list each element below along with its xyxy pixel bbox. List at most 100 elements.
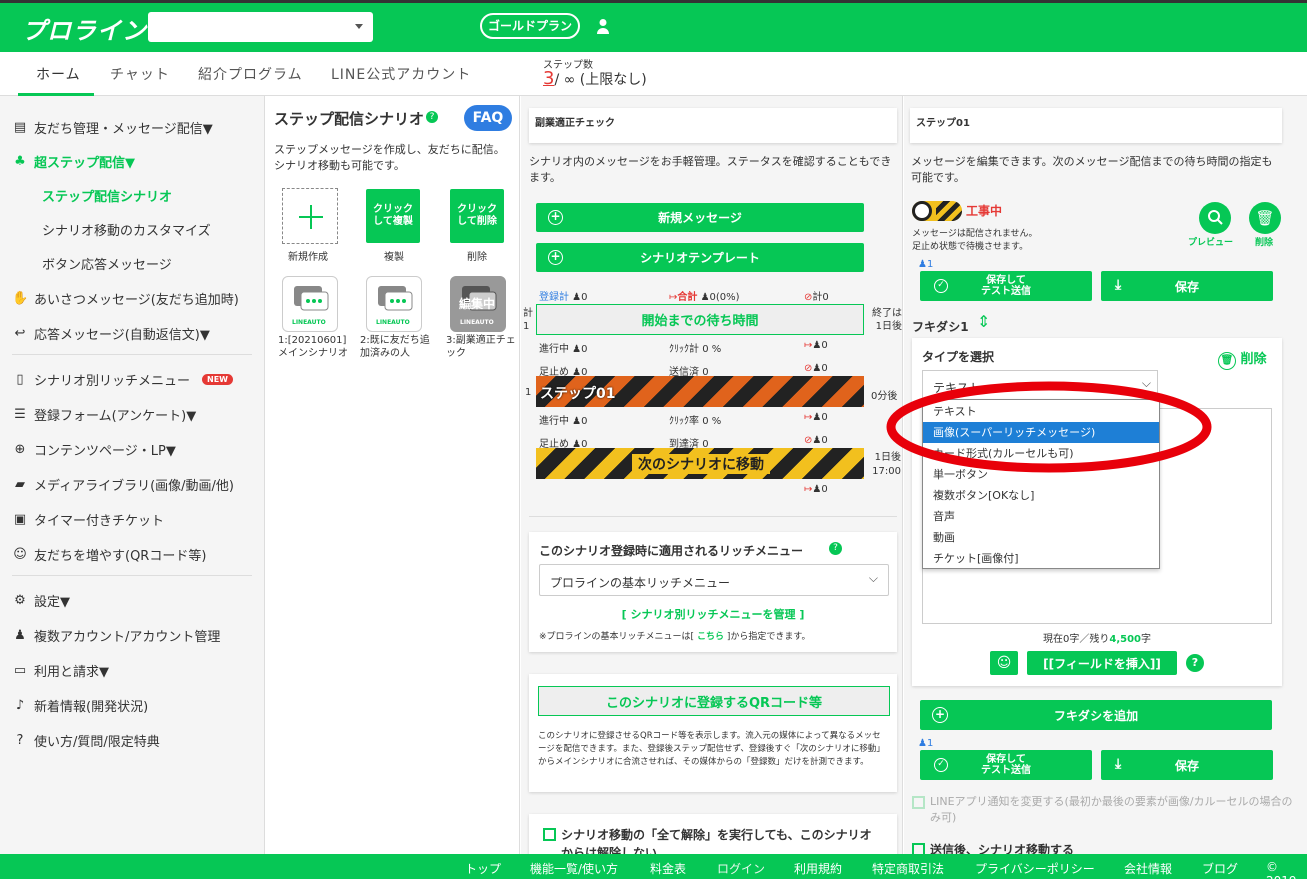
folder-icon: ▰ — [15, 476, 25, 492]
delete-scenario-button[interactable]: クリックして削除 — [450, 189, 504, 243]
scenario-name-field[interactable]: 副業適正チェック — [529, 108, 897, 143]
step-01-block[interactable]: ステップ01 — [536, 376, 864, 407]
total-count[interactable]: ↦合計 ♟0(0%) — [669, 288, 740, 303]
sidebar-item-media[interactable]: ▰ メディアライブラリ(画像/動画/他) — [12, 475, 234, 494]
block-count[interactable]: ⊘♟0 — [804, 363, 828, 374]
type-delete-button[interactable]: 🗑 削除 — [1218, 348, 1267, 370]
question-icon[interactable]: ? — [1186, 654, 1204, 672]
status-toggle[interactable] — [912, 201, 962, 221]
duplicate-button[interactable]: クリックして複製 — [366, 189, 420, 243]
out-count[interactable]: ↦♟0 — [804, 340, 828, 351]
sidebar-item-help[interactable]: ? 使い方/質問/限定特典 — [12, 731, 160, 750]
preview-button[interactable] — [1199, 202, 1231, 234]
trash-icon[interactable]: 🗑 — [1249, 202, 1281, 234]
question-icon[interactable]: ? — [829, 542, 842, 555]
footer-link-pricing[interactable]: 料金表 — [650, 860, 686, 877]
scenario-template-button[interactable]: + シナリオテンプレート — [536, 243, 864, 272]
type-option-ticket[interactable]: チケット[画像付] — [923, 548, 1159, 569]
duplicate-button-label: クリックして複製 — [373, 204, 413, 227]
wait-time-button[interactable]: 開始までの待ち時間 — [536, 304, 864, 335]
divider — [529, 516, 897, 517]
add-bubble-button[interactable]: + フキダシを追加 — [920, 700, 1272, 730]
footer-link-login[interactable]: ログイン — [717, 860, 765, 877]
sidebar-item-news[interactable]: ♪ 新着情報(開発状況) — [12, 696, 148, 715]
sidebar-item-content[interactable]: ⊕ コンテンツページ・LP▼ — [12, 440, 176, 459]
progress-value: 0 — [581, 416, 588, 427]
sidebar-item-friends[interactable]: ▤ 友だち管理・メッセージ配信▼ — [12, 118, 213, 137]
save-test-label: 保存して テスト送信 — [981, 754, 1031, 776]
sidebar-item-increase[interactable]: ☺ 友だちを増やす(QRコード等) — [12, 545, 206, 564]
next-scenario-block[interactable]: 次のシナリオに移動 — [536, 448, 864, 479]
rich-menu-manage-link[interactable]: [ シナリオ別リッチメニューを管理 ] — [529, 606, 897, 622]
step-name-field[interactable]: ステップ01 — [910, 108, 1282, 143]
release-checkbox[interactable] — [543, 828, 556, 841]
sidebar-item-ticket[interactable]: ▣ タイマー付きチケット — [12, 510, 164, 529]
block-total-value: 0 — [822, 292, 829, 303]
drag-handle-icon[interactable]: ⇕ — [977, 314, 990, 330]
main-nav: ホーム チャット 紹介プログラム LINE公式アカウント — [0, 52, 1307, 96]
scenario-template-label: シナリオテンプレート — [640, 251, 760, 265]
scenario-item-1[interactable]: LINEAUTO — [282, 276, 338, 332]
sidebar-sub-move-custom[interactable]: シナリオ移動のカスタマイズ — [42, 220, 211, 239]
footer-link-top[interactable]: トップ — [465, 860, 501, 877]
reg-total[interactable]: 登録計 ♟0 — [539, 288, 588, 303]
wait-left: 計1 — [523, 307, 533, 333]
sidebar-item-form[interactable]: ☰ 登録フォーム(アンケート)▼ — [12, 405, 196, 424]
tab-line-official[interactable]: LINE公式アカウント — [331, 64, 471, 84]
footer-link-terms[interactable]: 利用規約 — [794, 860, 842, 877]
progress-count[interactable]: 進行中 ♟0 — [539, 340, 588, 355]
save-button[interactable]: ⤓ 保存 — [1101, 271, 1273, 301]
release-card: シナリオ移動の「全て解除」を実行しても、このシナリオからは解除しない — [529, 814, 897, 860]
type-option-video[interactable]: 動画 — [923, 527, 1159, 548]
new-message-button[interactable]: + 新規メッセージ — [536, 203, 864, 232]
sidebar-sub-step-scenario[interactable]: ステップ配信シナリオ — [42, 186, 172, 205]
tab-home[interactable]: ホーム — [36, 64, 81, 84]
user-icon[interactable] — [596, 18, 610, 34]
next-out-count[interactable]: ↦♟0 — [804, 484, 828, 495]
save-test-button-2[interactable]: ✓ 保存して テスト送信 — [920, 750, 1092, 780]
rich-note-link[interactable]: こちら — [697, 632, 724, 642]
download-icon: ⤓ — [1115, 756, 1122, 772]
question-icon[interactable]: ? — [426, 111, 438, 123]
footer-link-privacy[interactable]: プライバシーポリシー — [975, 860, 1095, 877]
account-select[interactable] — [148, 12, 373, 42]
progress-count-2[interactable]: 進行中 ♟0 — [539, 412, 588, 427]
footer-link-blog[interactable]: ブログ — [1202, 860, 1238, 877]
scenario-item-3[interactable]: 編集中 LINEAUTO — [450, 276, 506, 332]
scenario-title: ステップ配信シナリオ — [274, 110, 425, 128]
sidebar-sub-button-reply[interactable]: ボタン応答メッセージ — [42, 254, 172, 273]
type-option-audio[interactable]: 音声 — [923, 506, 1159, 527]
sidebar-item-auto-reply[interactable]: ↩ 応答メッセージ(自動返信文)▼ — [12, 324, 210, 343]
step-count-value[interactable]: 3 — [543, 68, 554, 89]
sidebar-item-settings[interactable]: ⚙ 設定▼ — [12, 591, 70, 610]
qr-code-button[interactable]: このシナリオに登録するQRコード等 — [538, 686, 890, 716]
out-count-2[interactable]: ↦♟0 — [804, 412, 828, 423]
sidebar-item-greeting[interactable]: ✋ あいさつメッセージ(友だち追加時) — [12, 289, 239, 308]
insert-field-button[interactable]: [[フィールドを挿入]] — [1027, 651, 1177, 675]
user-count: ♟1 — [918, 259, 934, 270]
faq-button[interactable]: FAQ — [464, 105, 512, 131]
block-count-2[interactable]: ⊘♟0 — [804, 435, 828, 446]
tab-chat[interactable]: チャット — [110, 64, 170, 84]
notify-checkbox[interactable] — [912, 796, 925, 809]
sidebar-item-rich-menu[interactable]: ▯ シナリオ別リッチメニュー NEW — [12, 370, 233, 389]
sidebar-item-multi-account[interactable]: ♟ 複数アカウント/アカウント管理 — [12, 626, 220, 645]
footer-link-tokusho[interactable]: 特定商取引法 — [872, 860, 944, 877]
new-scenario-button[interactable] — [282, 188, 338, 244]
scenario-item-2-label: 2:既に友だち追加済みの人 — [360, 335, 430, 359]
sidebar-item-super-step[interactable]: ♣ 超ステップ配信▼ — [12, 152, 135, 171]
save-button-2[interactable]: ⤓ 保存 — [1101, 750, 1273, 780]
scenario-item-2[interactable]: LINEAUTO — [366, 276, 422, 332]
tab-referral[interactable]: 紹介プログラム — [198, 64, 303, 84]
emoji-button[interactable]: ☺ — [990, 651, 1018, 675]
save-test-button[interactable]: ✓ 保存して テスト送信 — [920, 271, 1092, 301]
app-logo[interactable]: プロライン — [22, 11, 147, 46]
rich-menu-select[interactable]: プロラインの基本リッチメニュー ⌵ — [539, 564, 889, 596]
gold-plan-button[interactable]: ゴールドプラン — [480, 13, 581, 39]
rich-note-b: ]から指定できます。 — [726, 632, 811, 642]
footer-link-company[interactable]: 会社情報 — [1124, 860, 1172, 877]
sidebar-item-billing[interactable]: ▭ 利用と請求▼ — [12, 661, 109, 680]
block-total[interactable]: ⊘計0 — [804, 288, 829, 303]
type-option-multi-button[interactable]: 複数ボタン[OKなし] — [923, 485, 1159, 506]
footer-link-features[interactable]: 機能一覧/使い方 — [530, 860, 618, 877]
